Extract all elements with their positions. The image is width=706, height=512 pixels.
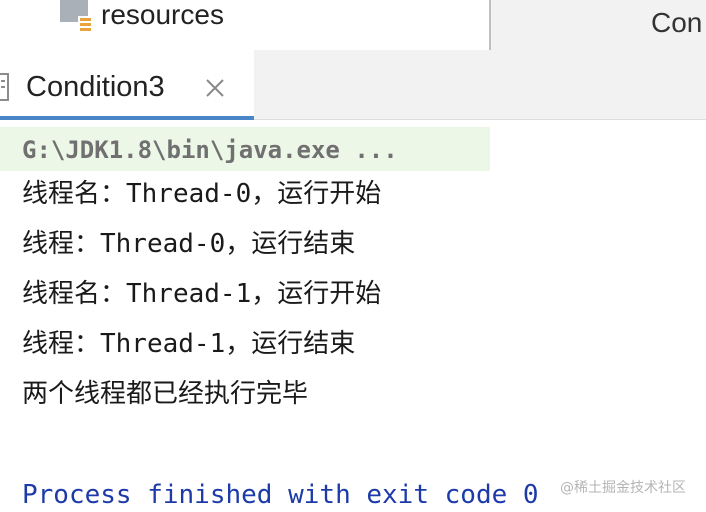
console-line: 线程：Thread-0，运行结束: [22, 229, 356, 259]
top-strip: resources Con: [0, 0, 706, 50]
exit-message: Process finished with exit code 0: [22, 480, 539, 510]
editor-tab-bar: Con: [491, 0, 706, 50]
project-tree-label: resources: [101, 0, 224, 30]
run-config-icon: [0, 73, 9, 101]
console-output[interactable]: G:\JDK1.8\bin\java.exe ... 线程名：Thread-0，…: [0, 121, 706, 512]
ide-window: resources Con Condition3 G:\JDK1.8\bin\j…: [0, 0, 706, 512]
command-line: G:\JDK1.8\bin\java.exe ...: [22, 136, 398, 164]
run-tab-bar: Condition3: [0, 50, 706, 120]
console-line: 线程名：Thread-0，运行开始: [22, 179, 382, 209]
run-tab-label: Condition3: [26, 71, 165, 103]
project-tree-item-resources[interactable]: resources: [0, 0, 490, 50]
run-tab-condition3[interactable]: Condition3: [0, 50, 254, 120]
watermark: @稀土掘金技术社区: [560, 480, 686, 496]
command-line-row: G:\JDK1.8\bin\java.exe ...: [0, 127, 490, 171]
close-icon[interactable]: [205, 78, 225, 98]
console-line: 两个线程都已经执行完毕: [22, 379, 309, 409]
resources-folder-icon: [60, 0, 92, 34]
active-tab-indicator: [0, 116, 254, 120]
console-line: 线程：Thread-1，运行结束: [22, 329, 356, 359]
console-line: 线程名：Thread-1，运行开始: [22, 279, 382, 309]
editor-tab[interactable]: Con: [651, 6, 702, 40]
